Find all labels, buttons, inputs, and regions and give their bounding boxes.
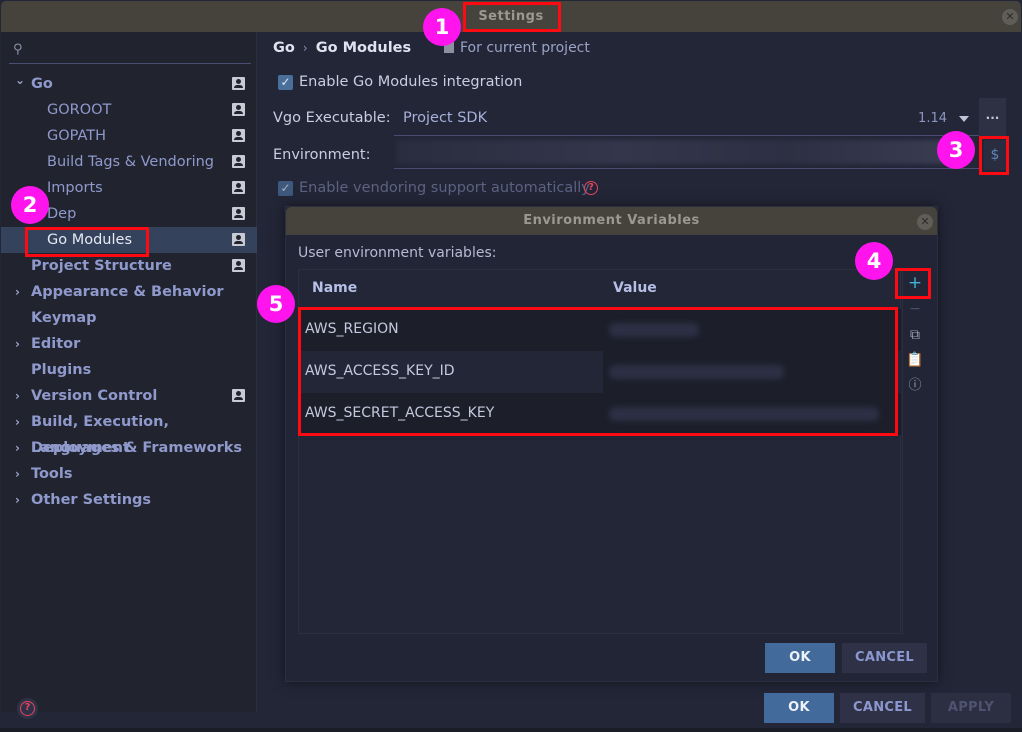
help-icon: ? [20,701,35,716]
search-icon: ⚲ [13,42,23,57]
sidebar-item-label: Languages & Frameworks [31,440,243,456]
sidebar-search-input[interactable]: ⚲ [9,38,251,64]
user-env-vars-label: User environment variables: [298,245,497,261]
sidebar-item-goroot[interactable]: GOROOT [1,97,257,123]
sidebar-item-label: Go [31,76,53,92]
environment-field[interactable] [394,136,979,169]
sidebar-item-languages-frameworks[interactable]: › Languages & Frameworks [1,435,257,461]
sidebar-item-label: Editor [31,336,81,352]
chevron-down-icon[interactable]: ⌄ [15,67,25,93]
sidebar-item-build-execution-deployment[interactable]: › Build, Execution, Deployment [1,409,257,456]
settings-help-button[interactable]: ? [17,698,38,719]
annotation-box-env-button [979,136,1009,175]
vendoring-help-icon[interactable]: ? [584,181,598,195]
sidebar-item-label: Tools [31,466,73,482]
sidebar-item-label: Keymap [31,310,97,326]
environment-label: Environment: [273,147,371,163]
help-icon[interactable]: ⓘ [903,375,927,397]
enable-vendoring-label: Enable vendoring support automatically [299,180,590,196]
annotation-box-settings-title [463,2,561,32]
sidebar-item-label: GOPATH [47,128,107,144]
annotation-badge-3: 3 [937,131,975,169]
sidebar-item-label: Imports [47,180,103,196]
vgo-executable-label: Vgo Executable: [273,110,391,126]
dialog-title: Environment Variables [286,207,937,235]
project-scope-icon [232,259,245,272]
browse-vgo-button[interactable]: ... [979,98,1006,136]
cancel-button[interactable]: CANCEL [840,693,925,723]
copy-icon[interactable]: ⧉ [903,324,927,346]
breadcrumb-separator: › [302,41,308,55]
environment-variables-dialog: Environment Variables ✕ User environment… [285,206,938,682]
chevron-right-icon[interactable]: › [15,409,20,435]
breadcrumb-go-modules: Go Modules [315,40,412,56]
table-header: Name Value [299,270,900,308]
sidebar-item-editor[interactable]: › Editor [1,331,257,357]
annotation-badge-5: 5 [257,285,295,323]
sidebar-item-gopath[interactable]: GOPATH [1,123,257,149]
chevron-right-icon[interactable]: › [15,383,20,409]
breadcrumb-go: Go [273,40,295,56]
environment-value-blurred [396,140,956,164]
remove-variable-button[interactable]: − [903,298,927,320]
enable-go-modules-label: Enable Go Modules integration [299,74,523,90]
apply-button[interactable]: APPLY [931,693,1011,723]
breadcrumb: Go › Go Modules [273,40,411,56]
sidebar-item-label: Other Settings [31,492,152,508]
ok-button[interactable]: OK [764,693,834,723]
annotation-box-env-rows [298,307,898,436]
sidebar-item-label: Plugins [31,362,92,378]
sidebar-item-appearance-behavior[interactable]: › Appearance & Behavior [1,279,257,305]
sidebar-item-other-settings[interactable]: › Other Settings [1,487,257,513]
chevron-right-icon[interactable]: › [15,331,20,357]
sidebar-item-label: Build Tags & Vendoring [47,154,214,170]
paste-icon[interactable]: 📋 [903,349,927,371]
window-close-button[interactable]: ✕ [1002,9,1018,25]
sidebar-item-go[interactable]: ⌄ Go [1,71,257,97]
sidebar-item-label: Version Control [31,388,158,404]
sidebar-item-keymap[interactable]: Keymap [1,305,257,331]
chevron-right-icon[interactable]: › [15,461,20,487]
project-scope-icon [232,207,245,220]
scope-label: For current project [444,40,590,56]
annotation-badge-1: 1 [423,8,461,46]
project-scope-icon [232,103,245,116]
dialog-ok-button[interactable]: OK [765,643,835,673]
chevron-right-icon[interactable]: › [15,435,20,461]
project-scope-icon [232,155,245,168]
enable-go-modules-checkbox[interactable]: ✓ [278,75,293,90]
project-scope-icon [232,129,245,142]
project-scope-icon [232,181,245,194]
dropdown-arrow-icon [959,116,969,122]
sidebar-item-label: GOROOT [47,102,112,118]
project-scope-icon [232,389,245,402]
annotation-badge-2: 2 [11,186,49,224]
chevron-right-icon[interactable]: › [15,487,20,513]
annotation-badge-4: 4 [855,242,893,280]
annotation-box-add-button [895,268,931,299]
sidebar-item-label: Appearance & Behavior [31,284,224,300]
vgo-executable-value: Project SDK [403,110,488,126]
sidebar-item-tools[interactable]: › Tools [1,461,257,487]
dialog-cancel-button[interactable]: CANCEL [842,643,927,673]
sidebar-item-build-tags-vendoring[interactable]: Build Tags & Vendoring [1,149,257,175]
sidebar-item-plugins[interactable]: Plugins [1,357,257,383]
scope-text: For current project [460,40,590,56]
sidebar-item-version-control[interactable]: › Version Control [1,383,257,409]
table-toolbar: + − ⧉ 📋 ⓘ [902,269,926,634]
sidebar-item-label: Dep [47,206,77,222]
sdk-version: 1.14 [918,111,947,126]
dialog-close-button[interactable]: ✕ [917,214,933,230]
annotation-box-go-modules [25,227,149,257]
taskbar-strip [0,728,1022,732]
column-header-name[interactable]: Name [312,280,357,296]
enable-vendoring-checkbox[interactable]: ✓ [278,181,293,196]
column-header-value[interactable]: Value [613,280,657,296]
project-scope-icon [232,233,245,246]
settings-window: Settings ✕ ⚲ ⌄ Go GOROOT GOPATH Build Tags &… [0,0,1022,732]
chevron-right-icon[interactable]: › [15,279,20,305]
project-scope-icon [232,77,245,90]
vgo-executable-combobox[interactable]: Project SDK 1.14 [394,102,979,136]
settings-sidebar: ⚲ ⌄ Go GOROOT GOPATH Build Tags & Vendoring I… [1,32,257,712]
